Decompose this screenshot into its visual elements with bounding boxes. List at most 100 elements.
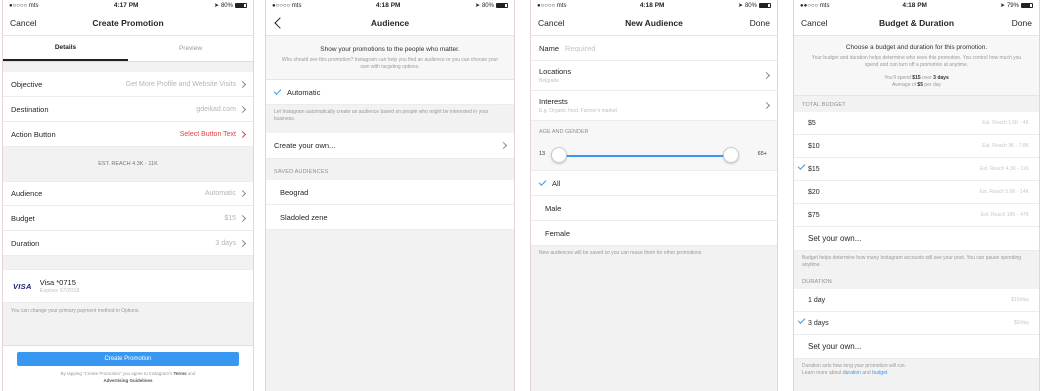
- carrier-signal: ●●○○○ mts: [800, 2, 830, 9]
- saved-audiences-header: SAVED AUDIENCES: [274, 169, 329, 175]
- gender-option-all[interactable]: All: [531, 171, 777, 196]
- battery-icon: [234, 3, 247, 8]
- budget-option[interactable]: $75 Est. Reach 18K - 47K: [794, 204, 1039, 227]
- tab-bar: Details Preview: [3, 36, 253, 62]
- age-max-handle[interactable]: [723, 147, 739, 163]
- budget-link[interactable]: budget: [872, 370, 887, 376]
- age-range-slider[interactable]: 13 65+: [531, 141, 777, 171]
- new-audience-note: New audiences will be saved so you can r…: [539, 250, 703, 256]
- budget-option[interactable]: $20 Est. Reach 5.5K - 14K: [794, 181, 1039, 204]
- battery-icon: [758, 3, 771, 8]
- checkmark-icon: [538, 178, 547, 186]
- slider-track: [559, 155, 731, 157]
- nav-bar: Cancel New Audience Done: [531, 11, 777, 36]
- budget-duration-screen: ●●○○○ mts 4:18 PM ➤ 79% Cancel Budget & …: [793, 0, 1040, 391]
- chevron-right-icon: [238, 130, 247, 138]
- create-own-label: Create your own...: [274, 141, 336, 150]
- destination-row[interactable]: Destination gdeikad.com: [3, 97, 253, 122]
- interests-placeholder: E.g. Organic food, Farmer's market: [539, 108, 617, 114]
- page-title: Create Promotion: [92, 18, 164, 28]
- name-input[interactable]: Required: [565, 44, 595, 53]
- audience-name-field[interactable]: Name Required: [531, 36, 777, 61]
- back-chevron-icon[interactable]: [274, 17, 286, 29]
- location-icon: ➤: [737, 3, 743, 9]
- intro-subtext: Your budget and duration helps determine…: [811, 55, 1022, 68]
- nav-bar: Cancel Create Promotion: [3, 11, 253, 36]
- create-promotion-button[interactable]: Create Promotion: [17, 352, 239, 366]
- set-own-budget-row[interactable]: Set your own...: [794, 227, 1039, 251]
- done-button[interactable]: Done: [750, 18, 770, 28]
- set-own-duration-row[interactable]: Set your own...: [794, 335, 1039, 359]
- checkmark-icon: [273, 87, 282, 95]
- page-title: New Audience: [625, 18, 683, 28]
- location-icon: ➤: [999, 3, 1005, 9]
- chevron-right-icon: [499, 141, 508, 150]
- action-button-row[interactable]: Action Button Select Button Text: [3, 122, 253, 147]
- tab-preview[interactable]: Preview: [128, 36, 253, 61]
- destination-label: Destination: [11, 104, 49, 114]
- interests-label: Interests: [539, 97, 568, 106]
- carrier-signal: ●○○○○ mts: [9, 2, 39, 9]
- advertising-guidelines-link[interactable]: Advertising Guidelines: [103, 378, 152, 383]
- status-time: 4:17 PM: [113, 2, 139, 9]
- locations-value: Belgrade: [539, 78, 560, 84]
- audience-row[interactable]: Audience Automatic: [3, 181, 253, 206]
- cancel-button[interactable]: Cancel: [538, 18, 564, 28]
- new-audience-screen: ●○○○○ mts 4:18 PM ➤ 80% Cancel New Audie…: [530, 0, 778, 391]
- duration-option[interactable]: 1 day $15/day: [794, 289, 1039, 312]
- budget-option-selected[interactable]: $15 Est. Reach 4.3K - 11K: [794, 158, 1039, 181]
- tab-details[interactable]: Details: [3, 36, 128, 61]
- gender-option-female[interactable]: Female: [531, 221, 777, 246]
- locations-row[interactable]: Locations Belgrade: [531, 61, 777, 91]
- legal-text: By tapping "Create Promotion" you agree …: [60, 371, 196, 383]
- nav-bar: Cancel Budget & Duration Done: [794, 11, 1039, 36]
- cancel-button[interactable]: Cancel: [801, 18, 827, 28]
- terms-link[interactable]: Terms: [173, 371, 186, 376]
- done-button[interactable]: Done: [1012, 18, 1032, 28]
- budget-option[interactable]: $10 Est. Reach 3K - 7.8K: [794, 135, 1039, 158]
- audience-value: Automatic: [204, 190, 236, 197]
- intro-heading: Choose a budget and duration for this pr…: [845, 44, 988, 51]
- budget-note: Budget helps determine how many Instagra…: [802, 255, 1022, 268]
- duration-value: 3 days: [215, 239, 236, 247]
- cancel-button[interactable]: Cancel: [10, 18, 36, 28]
- budget-option[interactable]: $5 Est. Reach 1.5K - 4K: [794, 112, 1039, 135]
- nav-bar: Audience: [266, 11, 514, 36]
- interests-row[interactable]: Interests E.g. Organic food, Farmer's ma…: [531, 91, 777, 121]
- duration-row[interactable]: Duration 3 days: [3, 231, 253, 256]
- create-own-audience-row[interactable]: Create your own...: [266, 133, 514, 159]
- age-gender-header: AGE AND GENDER: [531, 121, 777, 141]
- intro-subtext: Who should see this promotion? Instagram…: [281, 57, 499, 70]
- budget-row[interactable]: Budget $15: [3, 206, 253, 231]
- duration-option-selected[interactable]: 3 days $5/day: [794, 312, 1039, 335]
- checkmark-icon: [797, 316, 806, 324]
- total-budget-header: TOTAL BUDGET: [802, 102, 846, 108]
- age-min-handle[interactable]: [551, 147, 567, 163]
- objective-row[interactable]: Objective Get More Profile and Website V…: [3, 72, 253, 97]
- battery-icon: [1020, 3, 1033, 8]
- battery-percent: 80%: [744, 2, 757, 9]
- chevron-right-icon: [762, 71, 771, 80]
- audience-label: Audience: [11, 189, 43, 198]
- objective-label: Objective: [11, 79, 43, 89]
- automatic-option[interactable]: Automatic: [266, 80, 514, 105]
- battery-percent: 80%: [220, 2, 233, 9]
- chevron-right-icon: [238, 189, 247, 198]
- intro-heading: Show your promotions to the people who m…: [320, 46, 460, 53]
- estimated-reach: EST. REACH 4.3K - 11K: [98, 161, 158, 167]
- saved-audience-item[interactable]: Beograd: [266, 180, 514, 205]
- checkmark-icon: [797, 162, 806, 170]
- chevron-right-icon: [238, 105, 247, 113]
- duration-link[interactable]: duration: [843, 370, 861, 376]
- payment-card-row[interactable]: VISA Visa *0715 Expires 07/2018: [3, 269, 253, 303]
- chevron-right-icon: [238, 80, 247, 88]
- locations-label: Locations: [539, 67, 572, 76]
- destination-value: gdeikad.com: [196, 105, 236, 113]
- budget-label: Budget: [11, 213, 35, 223]
- spend-summary: You'll spend $15 over 3 days Average of …: [884, 75, 949, 88]
- saved-audience-item[interactable]: Sladoled zene: [266, 205, 514, 230]
- gender-option-male[interactable]: Male: [531, 196, 777, 221]
- status-time: 4:18 PM: [375, 2, 401, 9]
- page-title: Audience: [370, 18, 410, 28]
- card-expiry: Expires 07/2018: [39, 288, 80, 294]
